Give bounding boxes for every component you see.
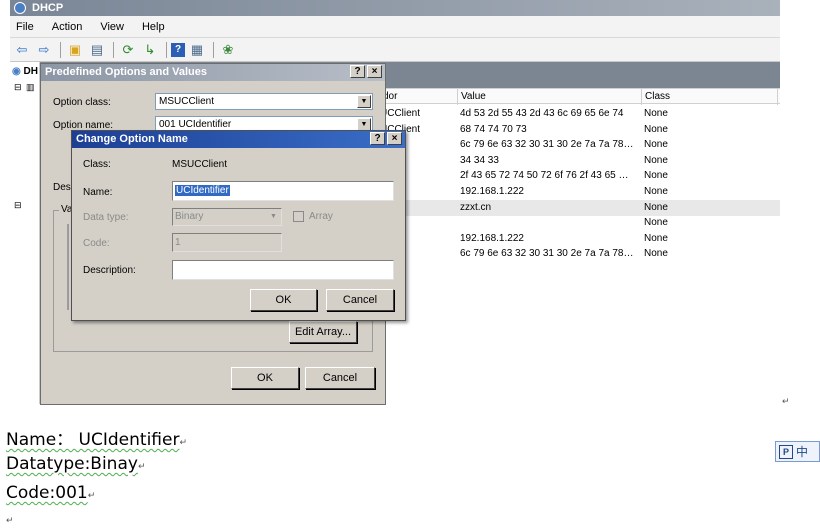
value-cell: 34 34 33 (460, 154, 499, 166)
class-cell: None (644, 170, 668, 182)
value-cell: 6c 79 6e 63 32 30 31 30 2e 7a 7a 78… (460, 139, 634, 151)
ok-button[interactable]: OK (250, 289, 317, 311)
toolbar: ⇦ ⇨ ▣ ▤ ⟳ ↳ ? ▦ ❀ (10, 38, 780, 62)
menu-file[interactable]: File (16, 21, 34, 33)
server-icon: ▥ (26, 82, 35, 92)
export-list-icon[interactable]: ↳ (140, 41, 160, 59)
help-icon[interactable]: ? (171, 42, 185, 57)
tree-root-dhcp[interactable]: ◉ DH (12, 66, 38, 77)
show-hide-tree-icon[interactable]: ▤ (87, 41, 107, 59)
ime-indicator[interactable]: P 中 (775, 441, 820, 462)
toolbar-separator (166, 41, 167, 58)
value-list-edge (67, 224, 69, 310)
ime-mode: 中 (796, 445, 809, 459)
predefined-dialog-title-bar: Predefined Options and Values ? × (41, 64, 385, 81)
tree-collapse-icon[interactable]: ⊟ (14, 200, 22, 211)
description-input[interactable] (172, 260, 394, 280)
refresh-icon[interactable]: ⟳ (118, 41, 138, 59)
code-field: 1 (172, 233, 282, 252)
chevron-down-icon[interactable]: ▼ (357, 95, 371, 108)
ime-logo-icon: P (779, 444, 793, 459)
cancel-button[interactable]: Cancel (326, 289, 394, 311)
edit-array-button[interactable]: Edit Array... (289, 321, 357, 343)
value-cell: 2f 43 65 72 74 50 72 6f 76 2f 43 65 … (460, 170, 629, 182)
class-cell: None (644, 108, 668, 119)
column-vendor[interactable]: dor (380, 89, 458, 105)
value-cell: 6c 79 6e 63 32 30 31 30 2e 7a 7a 78… (460, 248, 634, 260)
toolbar-separator (113, 41, 114, 58)
chevron-down-icon: ▼ (270, 213, 277, 220)
class-label: Class: (83, 159, 111, 170)
description-label: Description: (83, 265, 136, 276)
menu-bar: File Action View Help (10, 16, 780, 38)
vendor-cell: UCClient (380, 108, 421, 119)
forward-icon[interactable]: ⇨ (34, 41, 54, 59)
change-dialog-title: Change Option Name (76, 133, 188, 145)
value-cell: zzxt.cn (460, 201, 492, 213)
paragraph-mark: ↵ (6, 515, 14, 525)
menu-help[interactable]: Help (142, 21, 165, 33)
dhcp-app-icon (14, 2, 26, 14)
array-label: Array (309, 211, 333, 222)
cancel-button[interactable]: Cancel (305, 367, 375, 389)
close-button[interactable]: × (387, 132, 402, 145)
tree-pane: ◉ DH ⊟ ▥ ⊟ (10, 62, 40, 404)
name-input-value[interactable]: UCIdentifier (175, 185, 230, 196)
datatype-label: Data type: (83, 212, 129, 223)
class-value: MSUCClient (172, 159, 228, 170)
class-cell: None (644, 217, 668, 229)
description-label: Des (53, 182, 71, 193)
datatype-select: Binary ▼ (172, 208, 282, 226)
ok-button[interactable]: OK (231, 367, 299, 389)
class-cell: None (644, 139, 668, 151)
column-class[interactable]: Class (642, 89, 778, 105)
option-class-select[interactable]: MSUCClient ▼ (155, 93, 373, 110)
properties-icon[interactable]: ▦ (187, 41, 207, 59)
note-datatype-line: Datatype:Binay↵ (6, 454, 146, 474)
column-value[interactable]: Value (458, 89, 642, 105)
array-checkbox (293, 211, 304, 222)
note-name-line: Name： UCIdentifier↵ (6, 430, 187, 450)
class-cell: None (644, 201, 668, 213)
paragraph-mark: ↵ (782, 396, 790, 406)
toolbar-separator (213, 41, 214, 58)
menu-view[interactable]: View (100, 21, 124, 33)
value-cell: 4d 53 2d 55 43 2d 43 6c 69 65 6e 74 (460, 108, 624, 119)
note-code-line: Code:001↵ (6, 483, 96, 503)
change-dialog-title-bar: Change Option Name ? × (72, 131, 405, 148)
predefined-dialog-title: Predefined Options and Values (45, 66, 207, 78)
tree-expand-icon[interactable]: ⊟ (14, 82, 22, 93)
menu-action[interactable]: Action (52, 21, 83, 33)
name-label: Name: (83, 187, 113, 198)
value-cell: 192.168.1.222 (460, 186, 524, 197)
toolbar-separator (60, 41, 61, 58)
help-button[interactable]: ? (350, 65, 365, 78)
window-title: DHCP (32, 2, 64, 14)
window-title-bar: DHCP (10, 0, 780, 16)
code-label: Code: (83, 238, 110, 249)
server-options-icon[interactable]: ❀ (218, 41, 238, 59)
value-cell: 192.168.1.222 (460, 232, 524, 244)
name-input[interactable]: UCIdentifier (172, 181, 394, 201)
back-icon[interactable]: ⇦ (12, 41, 32, 59)
class-cell: None (644, 186, 668, 197)
up-folder-icon[interactable]: ▣ (65, 41, 85, 59)
help-button[interactable]: ? (370, 132, 385, 145)
value-cell: 68 74 74 70 73 (460, 123, 527, 135)
class-cell: None (644, 154, 668, 166)
change-option-name-dialog: Change Option Name ? × Class: MSUCClient… (71, 130, 406, 321)
class-cell: None (644, 248, 668, 260)
class-cell: None (644, 123, 668, 135)
option-class-label: Option class: (53, 97, 111, 108)
class-cell: None (644, 232, 668, 244)
close-button[interactable]: × (367, 65, 382, 78)
